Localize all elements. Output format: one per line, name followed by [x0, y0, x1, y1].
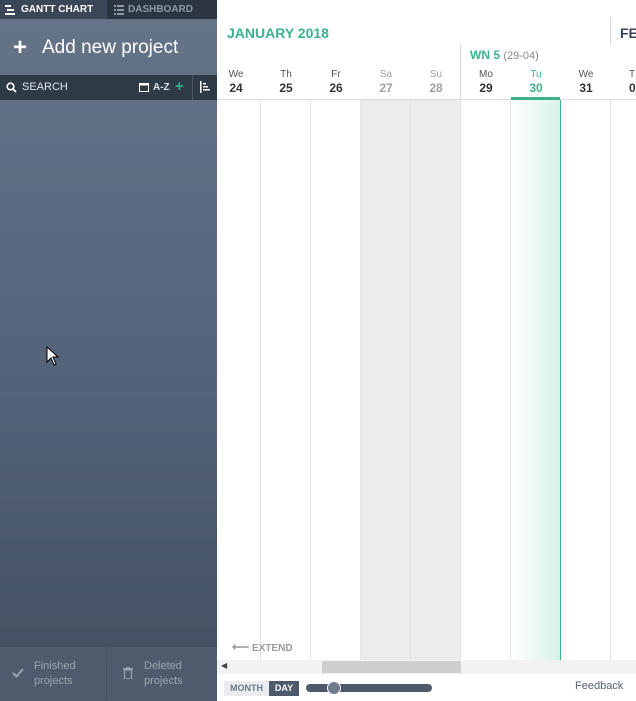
day-number: 29 — [479, 81, 493, 95]
day-of-week: Su — [429, 69, 443, 80]
day-of-week: Sa — [379, 69, 393, 80]
day-number: 27 — [379, 81, 393, 95]
day-number: 0 — [629, 81, 636, 95]
month-heading-current: JANUARY 2018 — [227, 25, 329, 41]
day-header: Sa 27 — [361, 69, 411, 95]
grid-line — [410, 100, 411, 660]
feedback-link[interactable]: Feedback — [575, 680, 623, 692]
month-heading-next: FE — [620, 25, 636, 41]
grid-line — [510, 100, 511, 660]
tab-dashboard[interactable]: DASHBOARD — [107, 0, 215, 19]
day-of-week: T — [629, 69, 636, 80]
search-icon — [6, 82, 17, 93]
grid-line — [460, 100, 461, 660]
sort-az-button[interactable]: A-Z — [153, 75, 170, 100]
month-divider — [610, 17, 611, 45]
zoom-slider[interactable] — [306, 684, 432, 692]
day-header: We 31 — [561, 69, 611, 95]
deleted-projects-label: Deleted projects — [144, 660, 183, 687]
day-number: 28 — [429, 81, 443, 95]
finished-projects-button[interactable]: Finished projects — [0, 647, 106, 701]
day-of-week: Th — [280, 69, 292, 80]
day-header: Th 25 — [261, 69, 311, 95]
day-of-week: Tu — [530, 69, 542, 80]
day-header: Fr 26 — [311, 69, 361, 95]
extend-button[interactable]: ⟵ EXTEND — [232, 640, 293, 654]
project-sidebar — [0, 0, 217, 701]
day-of-week: Fr — [331, 69, 341, 80]
trash-icon — [123, 667, 133, 679]
day-of-week: Mo — [479, 69, 493, 80]
search-bar: SEARCH A-Z + — [0, 75, 217, 100]
day-of-week: We — [228, 69, 244, 80]
day-number: 24 — [229, 81, 243, 95]
tab-gantt-chart[interactable]: GANTT CHART — [0, 0, 107, 19]
week-number-label: WN 5 (29-04) — [470, 48, 539, 62]
day-header: T 0 — [611, 69, 636, 95]
day-number: 25 — [279, 81, 293, 95]
today-marker-line — [560, 100, 561, 660]
day-number: 26 — [329, 81, 343, 95]
tab-dashboard-label: DASHBOARD — [128, 4, 193, 15]
mouse-cursor-icon — [46, 346, 60, 366]
scroll-left-arrow-icon[interactable]: ◀ — [221, 661, 227, 670]
today-indicator — [511, 97, 560, 100]
zoom-day-button[interactable]: DAY — [269, 681, 299, 696]
plus-icon: + — [13, 34, 28, 61]
search-input[interactable]: SEARCH — [22, 75, 68, 100]
day-header-today: Tu 30 — [511, 69, 561, 95]
day-of-week: We — [578, 69, 594, 80]
add-project-label: Add new project — [42, 37, 179, 58]
day-header: Mo 29 — [461, 69, 511, 95]
add-filter-plus-icon[interactable]: + — [175, 74, 184, 99]
arrow-left-icon: ⟵ — [232, 640, 250, 654]
week-number: WN 5 — [470, 48, 500, 62]
deleted-projects-button[interactable]: Deleted projects — [107, 647, 217, 701]
scrollbar-thumb[interactable] — [322, 661, 461, 673]
grid-line — [610, 100, 611, 660]
day-number: 31 — [579, 81, 593, 95]
grid-line — [260, 100, 261, 660]
zoom-month-button[interactable]: MONTH — [224, 681, 269, 696]
top-tab-bar: GANTT CHART DASHBOARD ‹ — [0, 0, 240, 19]
tab-gantt-label: GANTT CHART — [21, 4, 94, 15]
list-icon — [114, 5, 124, 15]
header-divider — [217, 99, 636, 100]
day-header: We 24 — [211, 69, 261, 95]
finished-projects-label: Finished projects — [34, 660, 76, 687]
toolbar-divider — [192, 75, 193, 100]
grid-line — [360, 100, 361, 660]
checkmark-icon — [12, 668, 24, 678]
week-range: (29-04) — [503, 50, 539, 62]
today-column — [511, 100, 560, 660]
day-number: 30 — [529, 81, 543, 95]
sort-order-icon[interactable] — [199, 81, 211, 93]
add-project-button[interactable]: + Add new project — [0, 26, 217, 70]
grid-line — [310, 100, 311, 660]
day-header: Su 28 — [411, 69, 461, 95]
extend-label: EXTEND — [251, 643, 293, 654]
gantt-icon — [5, 5, 15, 15]
calendar-icon[interactable] — [139, 82, 149, 92]
zoom-slider-handle[interactable] — [327, 681, 341, 695]
